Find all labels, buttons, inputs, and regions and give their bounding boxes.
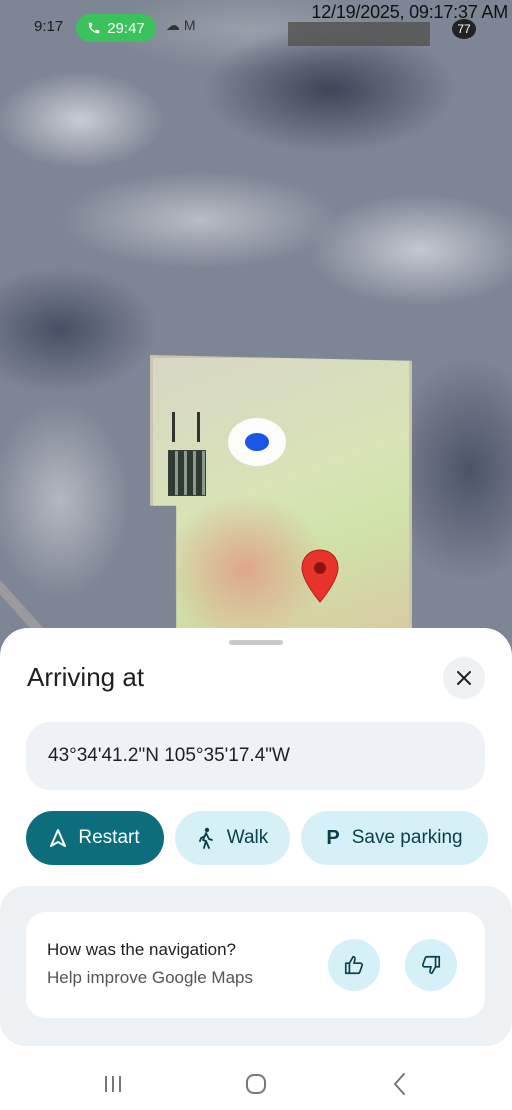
- thumbs-up-icon: [344, 955, 364, 975]
- arrival-bottom-sheet: Arriving at 43°34'41.2"N 105°35'17.4"W R…: [0, 628, 512, 1110]
- close-icon: [457, 671, 471, 685]
- thumbs-up-button[interactable]: [328, 939, 380, 991]
- walking-person-icon: [198, 827, 213, 849]
- tank-battery: [168, 450, 206, 496]
- walk-button[interactable]: Walk: [175, 811, 290, 865]
- back-icon: [393, 1073, 405, 1095]
- back-button[interactable]: [380, 1068, 420, 1100]
- walk-label: Walk: [226, 827, 269, 848]
- status-bar: 9:17 29:47 ☁ M 77 12/19/2025, 09:17:37 A…: [0, 0, 512, 46]
- drag-handle[interactable]: [229, 640, 283, 645]
- restart-button[interactable]: Restart: [26, 811, 164, 865]
- feedback-card: How was the navigation? Help improve Goo…: [26, 912, 485, 1018]
- navigation-arrow-icon: [50, 829, 67, 847]
- timestamp-overlay: 12/19/2025, 09:17:37 AM: [311, 2, 508, 22]
- close-button[interactable]: [443, 657, 485, 699]
- feedback-subtitle: Help improve Google Maps: [47, 968, 253, 987]
- phone-icon: [88, 22, 100, 34]
- thumbs-down-icon: [421, 955, 441, 975]
- recent-apps-button[interactable]: [93, 1068, 133, 1100]
- destination-coordinates: 43°34'41.2"N 105°35'17.4"W: [26, 722, 485, 790]
- feedback-question: How was the navigation?: [47, 940, 237, 959]
- equipment: [172, 412, 200, 442]
- satellite-map[interactable]: [0, 0, 512, 660]
- sheet-title: Arriving at: [27, 662, 145, 692]
- restart-label: Restart: [78, 827, 140, 848]
- current-location-dot: [245, 433, 269, 451]
- system-navigation-bar: [0, 1060, 512, 1110]
- redacted-area: [288, 22, 430, 46]
- recent-apps-icon: [105, 1076, 121, 1092]
- call-timer: 29:47: [107, 19, 145, 37]
- dirt-area: [175, 450, 395, 650]
- ongoing-call-pill[interactable]: 29:47: [76, 14, 156, 42]
- destination-pin-icon[interactable]: [300, 548, 340, 604]
- current-location-marker[interactable]: [228, 418, 286, 466]
- thumbs-down-button[interactable]: [405, 939, 457, 991]
- home-icon: [246, 1074, 266, 1094]
- save-parking-label: Save parking: [351, 827, 463, 848]
- notification-icons: ☁ M: [166, 17, 196, 33]
- save-parking-button[interactable]: P Save parking: [301, 811, 488, 865]
- home-button[interactable]: [236, 1068, 276, 1100]
- status-time: 9:17: [34, 18, 64, 35]
- feedback-section: How was the navigation? Help improve Goo…: [0, 886, 512, 1046]
- parking-icon: P: [326, 826, 340, 849]
